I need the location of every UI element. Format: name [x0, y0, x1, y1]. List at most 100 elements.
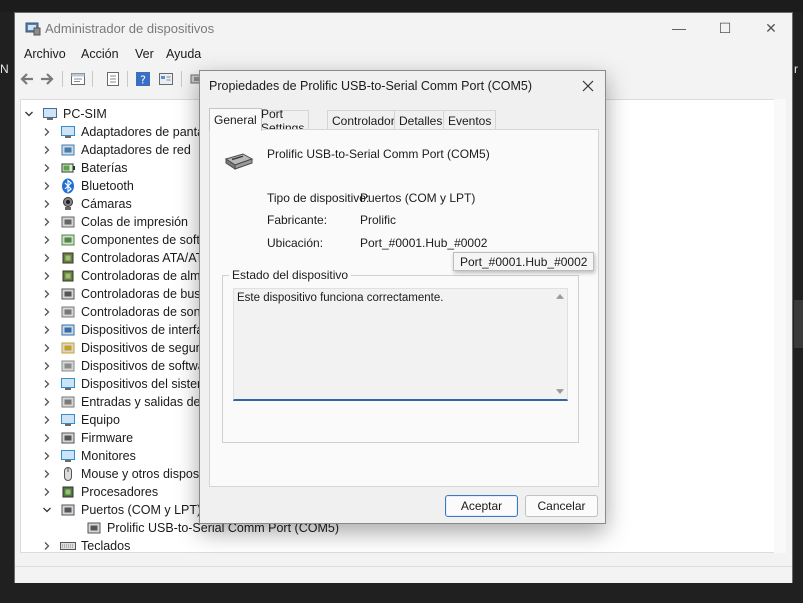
chevron-right-icon[interactable] [41, 198, 53, 210]
toolbar-separator [181, 71, 182, 87]
close-icon [582, 80, 594, 92]
minimize-button[interactable]: — [656, 13, 702, 43]
manufacturer-label: Fabricante: [267, 213, 328, 227]
chevron-right-icon[interactable] [41, 144, 53, 156]
properties-icon[interactable] [70, 71, 86, 87]
help-icon[interactable]: ? [135, 71, 151, 87]
mouse-icon [64, 467, 72, 481]
chevron-right-icon[interactable] [41, 360, 53, 372]
tree-item-label: Monitores [81, 449, 136, 463]
device-manager-app-icon [25, 22, 41, 36]
chevron-right-icon[interactable] [41, 540, 53, 552]
tree-item[interactable]: Procesadores [41, 483, 158, 501]
storage-controller-icon [62, 270, 74, 282]
chevron-right-icon[interactable] [41, 396, 53, 408]
tree-item-label: Bluetooth [81, 179, 134, 193]
chevron-right-icon[interactable] [41, 162, 53, 174]
chevron-right-icon[interactable] [41, 180, 53, 192]
menu-bar: Archivo Acción Ver Ayuda [15, 45, 792, 65]
tree-item[interactable]: Cámaras [41, 195, 132, 213]
chevron-right-icon[interactable] [41, 306, 53, 318]
menu-ver[interactable]: Ver [135, 47, 154, 61]
tree-item[interactable]: Adaptadores de red [41, 141, 191, 159]
port-icon [61, 504, 75, 516]
tab-port-settings[interactable]: Port Settings [256, 107, 310, 135]
tree-item-label: Equipo [81, 413, 120, 427]
menu-accion[interactable]: Acción [81, 47, 119, 61]
status-bar [15, 566, 792, 583]
chevron-right-icon[interactable] [41, 414, 53, 426]
chevron-right-icon[interactable] [41, 270, 53, 282]
device-type-label: Tipo de dispositivo: [267, 191, 370, 205]
tree-item[interactable]: Dispositivos de seguridad [41, 339, 223, 357]
menu-archivo[interactable]: Archivo [24, 47, 66, 61]
tab-controlador[interactable]: Controlador [327, 110, 400, 130]
menu-ayuda[interactable]: Ayuda [166, 47, 201, 61]
serial-port-icon [87, 522, 101, 534]
tab-detalles[interactable]: Detalles [394, 110, 448, 130]
accept-button[interactable]: Aceptar [445, 495, 518, 517]
chevron-right-icon[interactable] [41, 486, 53, 498]
tree-vertical-scrollbar[interactable] [774, 99, 786, 553]
chevron-down-icon[interactable] [41, 504, 53, 516]
tree-item[interactable]: Puertos (COM y LPT) [41, 501, 201, 519]
tree-item[interactable]: Dispositivos de software [41, 357, 216, 375]
list-icon[interactable] [105, 71, 121, 87]
properties-dialog: Propiedades de Prolific USB-to-Serial Co… [199, 70, 606, 524]
maximize-button[interactable]: ☐ [702, 13, 748, 43]
tree-item-label: Puertos (COM y LPT) [81, 503, 202, 517]
tree-item-label: Procesadores [81, 485, 159, 499]
tree-item-label: Adaptadores de pantalla [81, 125, 217, 139]
tab-eventos[interactable]: Eventos [443, 110, 497, 130]
dialog-close-button[interactable] [577, 75, 599, 97]
status-scrollbar[interactable] [553, 289, 567, 399]
title-bar[interactable]: Administrador de dispositivos — ☐ ✕ [15, 13, 792, 45]
tree-item-label: Adaptadores de red [81, 143, 191, 157]
location-tooltip: Port_#0001.Hub_#0002 [453, 252, 595, 271]
location-value: Port_#0001.Hub_#0002 [360, 236, 488, 250]
battery-icon [61, 163, 75, 173]
tree-item[interactable]: Monitores [41, 447, 136, 465]
chevron-right-icon[interactable] [41, 234, 53, 246]
background-window-edge [794, 300, 803, 348]
tree-item[interactable]: Baterías [41, 159, 128, 177]
device-status-textbox[interactable]: Este dispositivo funciona correctamente. [233, 288, 568, 401]
chevron-right-icon[interactable] [41, 324, 53, 336]
minimize-icon: — [672, 20, 686, 36]
svg-text:?: ? [140, 74, 146, 87]
tree-item[interactable]: Firmware [41, 429, 133, 447]
chevron-right-icon[interactable] [41, 468, 53, 480]
chevron-right-icon[interactable] [41, 342, 53, 354]
tree-item-label: Dispositivos de software [81, 359, 216, 373]
general-tab-panel: Prolific USB-to-Serial Comm Port (COM5) … [209, 129, 599, 487]
chevron-right-icon[interactable] [41, 450, 53, 462]
tree-root[interactable]: PC-SIM [23, 105, 107, 123]
tree-item[interactable]: Teclados [41, 537, 131, 553]
tree-item-label: Cámaras [81, 197, 132, 211]
chevron-right-icon[interactable] [41, 126, 53, 138]
cancel-button[interactable]: Cancelar [525, 495, 598, 517]
forward-icon[interactable] [39, 71, 55, 87]
close-button[interactable]: ✕ [748, 13, 794, 43]
maximize-icon: ☐ [718, 19, 732, 36]
chevron-right-icon[interactable] [41, 378, 53, 390]
chevron-right-icon[interactable] [41, 252, 53, 264]
camera-icon [63, 197, 73, 210]
tree-item-label: Teclados [81, 539, 131, 553]
tree-item[interactable]: Dispositivos del sistema [41, 375, 214, 393]
tree-item[interactable]: Adaptadores de pantalla [41, 123, 217, 141]
chevron-right-icon[interactable] [41, 216, 53, 228]
tab-general[interactable]: General [209, 108, 262, 131]
system-device-icon [61, 378, 75, 390]
tree-item[interactable]: Colas de impresión [41, 213, 188, 231]
device-status-title: Estado del dispositivo [229, 268, 352, 282]
tree-item[interactable]: Equipo [41, 411, 120, 429]
view-icon[interactable] [158, 71, 174, 87]
processor-icon [62, 486, 74, 498]
chevron-right-icon[interactable] [41, 288, 53, 300]
back-icon[interactable] [19, 71, 35, 87]
tree-item[interactable]: Bluetooth [41, 177, 134, 195]
chevron-right-icon[interactable] [41, 432, 53, 444]
chevron-down-icon[interactable] [23, 108, 35, 120]
close-icon: ✕ [765, 19, 777, 36]
